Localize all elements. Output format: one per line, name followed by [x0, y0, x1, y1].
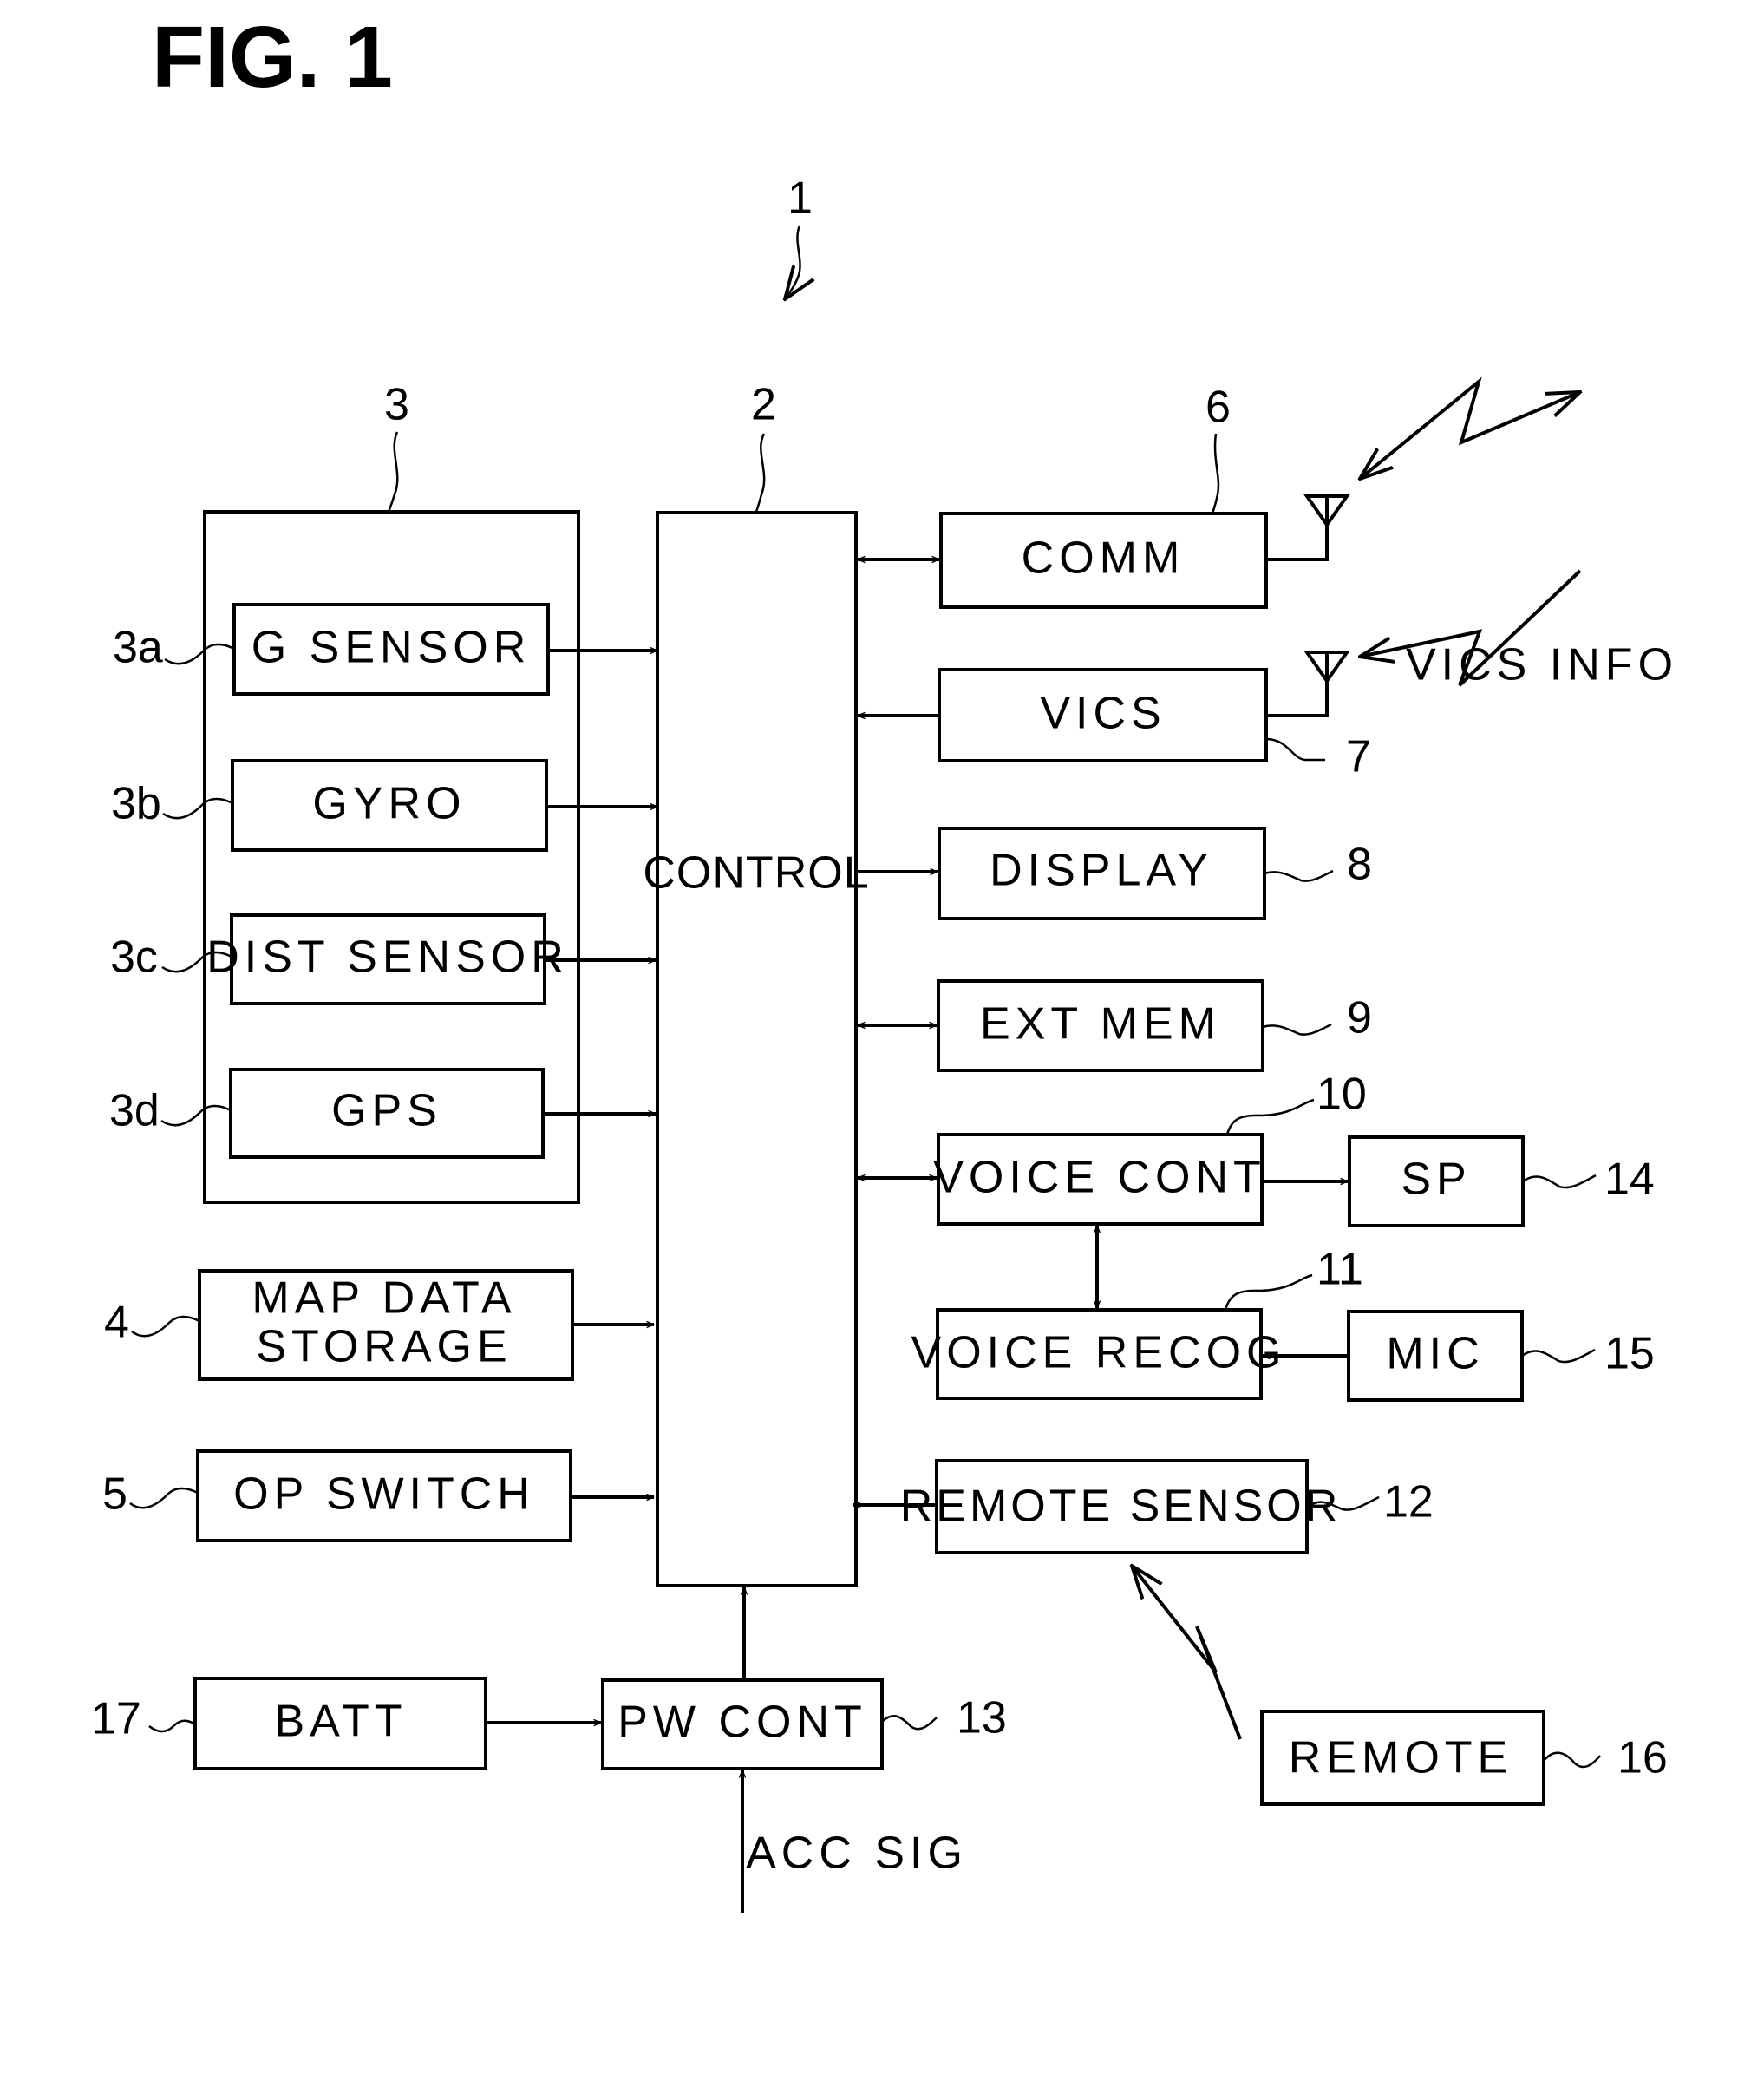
sp-label: SP	[1401, 1155, 1471, 1205]
ref-label-system: 1	[787, 173, 813, 224]
ref-label-g-sensor: 3a	[113, 623, 163, 673]
ref-label-voice-cont: 10	[1316, 1070, 1367, 1120]
control-label: CONTROL	[643, 848, 869, 899]
gps-label: GPS	[331, 1086, 442, 1136]
mic-leader	[1521, 1348, 1596, 1364]
gyro-label: GYRO	[312, 779, 466, 829]
ref-label-vics: 7	[1346, 732, 1371, 782]
sensor-group-leader	[387, 431, 399, 513]
remote-label: REMOTE	[1289, 1733, 1512, 1783]
ref-label-display: 8	[1347, 840, 1372, 890]
ref-label-mic: 15	[1604, 1329, 1655, 1379]
figure-title: FIG. 1	[152, 9, 393, 106]
ref-label-sensor-group: 3	[384, 380, 409, 430]
comm-antenna-icon	[1303, 494, 1350, 528]
dist-sensor-label: DIST SENSOR	[206, 932, 569, 983]
display-leader	[1264, 869, 1334, 882]
ref-label-ext-mem: 9	[1347, 993, 1372, 1044]
remote-wireless-arrow	[1132, 1566, 1242, 1740]
vics-leader	[1265, 737, 1325, 762]
control-block[interactable]	[656, 511, 858, 1587]
ref-label-op-switch: 5	[102, 1469, 127, 1520]
ref-label-comm: 6	[1205, 383, 1231, 433]
display-label: DISPLAY	[990, 846, 1213, 896]
comm-label: COMM	[1022, 533, 1186, 584]
ref-label-remote-sensor: 12	[1383, 1477, 1434, 1528]
remote-leader	[1543, 1751, 1601, 1769]
ref-label-remote: 16	[1617, 1733, 1668, 1783]
block-diagram: FIG. 1 1 3 G SENSOR 3a GYRO 3b DIST SENS…	[91, 9, 1678, 1913]
comm-leader	[1211, 433, 1220, 514]
batt-label: BATT	[274, 1697, 407, 1747]
vics-antenna-icon	[1303, 651, 1350, 684]
op-switch-label: OP SWITCH	[233, 1469, 535, 1520]
comm-antenna-feed	[1266, 525, 1329, 561]
vics-label: VICS	[1040, 689, 1166, 739]
ext-mem-label: EXT MEM	[980, 999, 1221, 1050]
batt-leader	[148, 1719, 196, 1733]
ref-label-voice-recog: 11	[1316, 1245, 1363, 1295]
vics-antenna-feed	[1266, 681, 1329, 717]
map-data-storage-label-line2: STORAGE	[256, 1322, 512, 1372]
mic-label: MIC	[1386, 1329, 1484, 1379]
ext-mem-leader	[1262, 1023, 1332, 1036]
g-sensor-label: G SENSOR	[252, 623, 532, 673]
pw-cont-label: PW CONT	[617, 1698, 867, 1748]
sp-leader	[1522, 1174, 1597, 1189]
map-data-storage-label-line1: MAP DATA	[252, 1273, 516, 1324]
map-data-storage-leader	[131, 1315, 200, 1338]
ref-label-dist-sensor: 3c	[110, 932, 158, 983]
voice-recog-leader	[1224, 1273, 1313, 1311]
system-leader-arrow	[785, 225, 800, 299]
ref-label-sp: 14	[1604, 1155, 1655, 1205]
vics-info-label: VICS INFO	[1406, 640, 1678, 690]
voice-recog-label: VOICE RECOG	[911, 1328, 1287, 1378]
ref-label-batt: 17	[91, 1694, 141, 1744]
op-switch-leader	[129, 1487, 199, 1509]
comm-wireless-bidirectional-arrow	[1360, 376, 1580, 479]
remote-sensor-label: REMOTE SENSOR	[900, 1482, 1342, 1532]
pw-cont-leader	[881, 1714, 938, 1731]
voice-cont-leader	[1225, 1098, 1315, 1135]
control-leader	[755, 433, 766, 513]
ref-label-control: 2	[751, 380, 776, 430]
ref-label-pw-cont: 13	[957, 1693, 1007, 1744]
acc-sig-label: ACC SIG	[746, 1829, 968, 1879]
ref-label-gps: 3d	[109, 1086, 160, 1136]
ref-label-gyro: 3b	[111, 779, 161, 829]
ref-label-map-data-storage: 4	[104, 1298, 129, 1348]
voice-cont-label: VOICE CONT	[933, 1153, 1266, 1203]
